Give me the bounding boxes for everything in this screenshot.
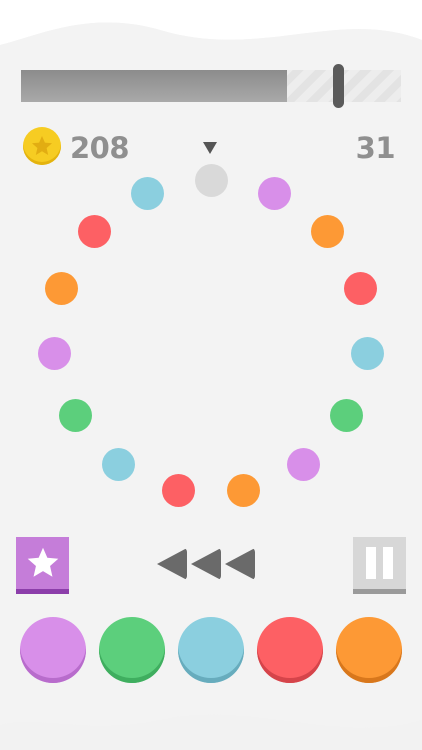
ring-ball [350,336,384,370]
pause-icon [366,547,376,579]
ring-ball [194,163,228,197]
ring-ball [258,177,292,211]
rewind-icon [225,548,255,580]
red-ball[interactable] [257,617,323,683]
rewind-icon [191,548,221,580]
ring-ball [38,336,72,370]
purple-ball[interactable] [20,617,86,683]
orange-ball[interactable] [336,617,402,683]
ring-ball [58,399,92,432]
rewind-button[interactable] [157,548,267,582]
ring-ball [330,399,364,432]
rewind-icon [157,548,187,580]
green-ball[interactable] [99,617,165,683]
ring-ball [77,215,111,249]
ring-ball [286,447,320,481]
pause-button[interactable] [353,537,406,594]
ring-ball [227,474,261,508]
ring-ball [130,177,164,211]
ring-ball [45,271,79,305]
ring-ball [343,271,377,305]
ring-ball [102,447,136,481]
pause-icon [383,547,393,579]
star-button[interactable] [16,537,69,594]
blue-ball[interactable] [178,617,244,683]
star-icon [27,547,58,577]
ring-ball [311,215,345,249]
ring-ball [161,474,195,508]
